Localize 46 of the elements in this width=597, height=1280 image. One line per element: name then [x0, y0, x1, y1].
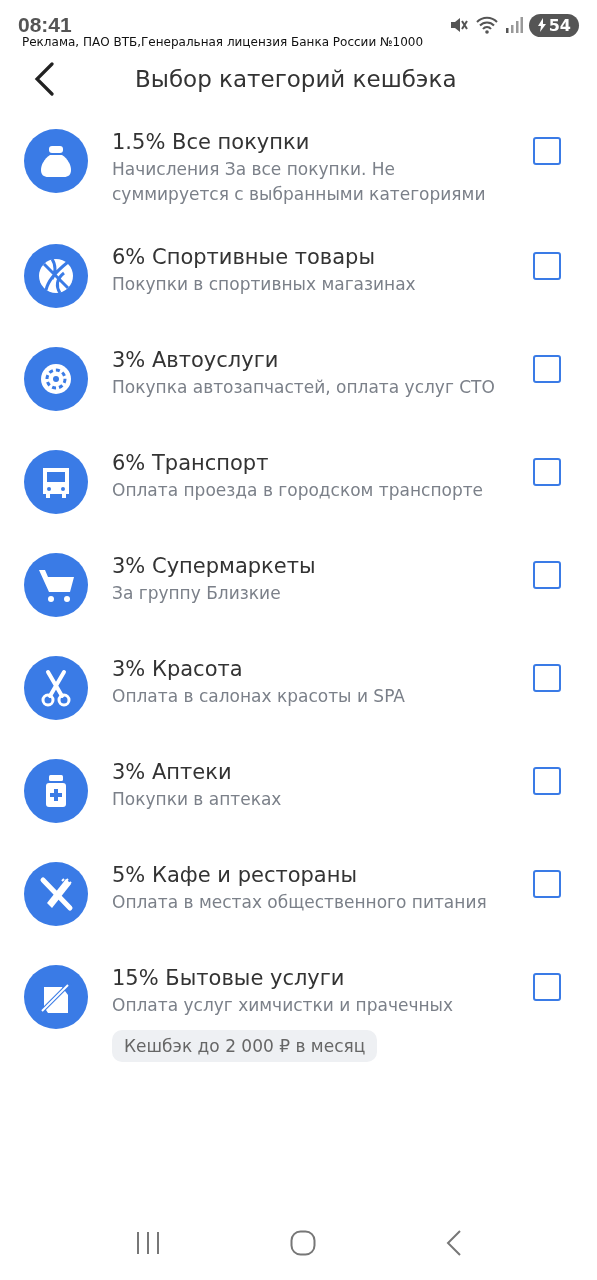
category-title: 5% Кафе и рестораны — [112, 862, 358, 889]
cart-icon — [24, 553, 88, 617]
category-checkbox[interactable] — [533, 458, 561, 486]
category-title: 3% Аптеки — [112, 759, 232, 786]
category-checkbox[interactable] — [533, 137, 561, 165]
wifi-icon — [474, 15, 499, 35]
category-checkbox[interactable] — [533, 870, 561, 898]
wheel-icon — [24, 347, 88, 411]
category-checkbox[interactable] — [533, 252, 561, 280]
category-checkbox[interactable] — [533, 767, 561, 795]
category-checkbox[interactable] — [533, 355, 561, 383]
pharmacy-icon — [24, 759, 88, 823]
cashback-limit-label: Кешбэк до 2 000 ₽ в месяц — [112, 1030, 378, 1062]
category-description: Покупки в аптеках — [112, 788, 283, 811]
category-description: Покупка автозапчастей, оплата услуг СТО — [112, 376, 496, 399]
category-description: Начисления За все покупки. Не суммируется с выбранными категориями — [112, 158, 487, 206]
category-description: За группу Близкие — [112, 582, 282, 605]
signal-icon — [504, 15, 523, 35]
category-description: Оплата в местах общественного питания — [112, 891, 488, 914]
category-description: Оплата проезда в городском транспорте — [112, 479, 485, 502]
battery-indicator: 54 — [528, 13, 579, 37]
category-checkbox[interactable] — [533, 561, 561, 589]
status-time: 08:41 — [18, 13, 72, 37]
recent-apps-icon[interactable] — [134, 1231, 161, 1255]
scissors-icon — [24, 656, 88, 720]
ball-icon — [24, 244, 88, 308]
page-title: Выбор категорий кешбэка — [135, 66, 457, 92]
mute-icon — [448, 15, 469, 35]
bus-icon — [24, 450, 88, 514]
category-checkbox[interactable] — [533, 664, 561, 692]
category-description: Оплата в салонах красоты и SPA — [112, 685, 406, 708]
category-title: 3% Супермаркеты — [112, 553, 316, 580]
category-description: Покупки в спортивных магазинах — [112, 273, 417, 296]
category-title: 6% Транспорт — [112, 450, 269, 477]
category-title: 3% Красота — [112, 656, 243, 683]
category-description: Оплата услуг химчистки и прачечных — [112, 994, 455, 1017]
category-checkbox[interactable] — [533, 973, 561, 1001]
category-title: 15% Бытовые услуги — [112, 965, 345, 992]
category-title: 1.5% Все покупки — [112, 129, 310, 156]
category-title: 6% Спортивные товары — [112, 244, 375, 271]
category-title: 3% Автоуслуги — [112, 347, 279, 374]
bag-icon — [24, 129, 88, 193]
back-icon[interactable] — [33, 62, 55, 96]
ad-notice: Реклама, ПАО ВТБ,Генеральная лицензия Банка России №1000 — [22, 35, 425, 49]
home-icon[interactable] — [290, 1230, 317, 1256]
cutlery-icon — [24, 862, 88, 926]
